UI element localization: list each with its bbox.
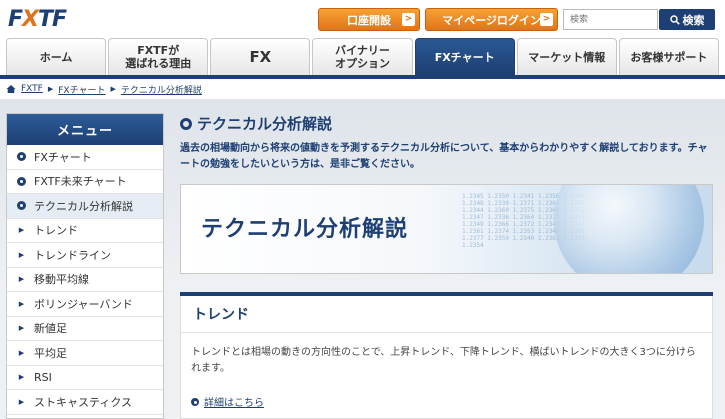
- circle-bullet-icon: [17, 201, 26, 211]
- nav-fx-chart[interactable]: FXチャート: [414, 38, 515, 75]
- section-title: トレンド: [180, 296, 713, 332]
- triangle-bullet-icon: ▶: [18, 226, 25, 235]
- triangle-bullet-icon: ▶: [18, 324, 25, 333]
- globe-graphic: [554, 185, 704, 273]
- fxtf-logo[interactable]: F X TF: [8, 6, 67, 32]
- sidebar-item-trendline[interactable]: ▶ トレンドライン: [7, 243, 163, 268]
- sidebar-title: メニュー: [7, 114, 163, 145]
- section-body: トレンドとは相場の動きの方向性のことで、上昇トレンド、下降トレンド、横ばいトレン…: [180, 332, 713, 419]
- breadcrumb-fxtf[interactable]: FXTF: [21, 84, 43, 94]
- circle-bullet-icon: [17, 152, 26, 162]
- page-intro: 過去の相場動向から将来の値動きを予測するテクニカル分析について、基本からわかりや…: [180, 143, 708, 170]
- triangle-bullet-icon: ▶: [18, 373, 25, 382]
- search-button[interactable]: 検索: [659, 9, 715, 30]
- triangle-bullet-icon: ▶: [18, 275, 25, 284]
- sidebar-item-technical-analysis[interactable]: テクニカル分析解説: [7, 194, 163, 219]
- nav-why-fxtf[interactable]: FXTFが 選ばれる理由: [108, 38, 209, 75]
- nav-binary-option[interactable]: バイナリー オプション: [312, 38, 413, 75]
- sidebar-item-future-chart[interactable]: FXTF未来チャート: [7, 170, 163, 194]
- ring-bullet-icon: [180, 117, 192, 130]
- sidebar-item-new-price[interactable]: ▶ 新値足: [7, 317, 163, 341]
- nav-home[interactable]: ホーム: [6, 38, 107, 75]
- arrow-right-icon: >: [402, 13, 415, 26]
- triangle-bullet-icon: ▶: [18, 348, 25, 357]
- breadcrumb-fx-chart[interactable]: FXチャート: [58, 83, 105, 96]
- more-link[interactable]: 詳細はこちら: [191, 394, 702, 409]
- sidebar-item-fx-chart[interactable]: FXチャート: [7, 145, 163, 170]
- sidebar-item-bollinger-band[interactable]: ▶ ボリンジャーバンド: [7, 292, 163, 317]
- sidebar-menu: メニュー FXチャート FXTF未来チャート テクニカル分析解説 ▶ トレンド ▶…: [6, 113, 164, 419]
- triangle-bullet-icon: ▶: [18, 397, 25, 406]
- triangle-bullet-icon: ▶: [18, 299, 25, 308]
- breadcrumb-technical-analysis[interactable]: テクニカル分析解説: [121, 83, 202, 96]
- sidebar-item-rsi[interactable]: ▶ RSI: [7, 366, 163, 390]
- breadcrumb: FXTF ▶ FXチャート ▶ テクニカル分析解説: [6, 82, 202, 96]
- home-icon[interactable]: [6, 84, 16, 94]
- search-input[interactable]: [563, 9, 658, 30]
- circle-bullet-icon: [17, 176, 26, 186]
- main-nav: ホーム FXTFが 選ばれる理由 FX バイナリー オプション FXチャート マ…: [6, 38, 719, 75]
- sidebar-item-heikin-ashi[interactable]: ▶ 平均足: [7, 341, 163, 366]
- hero-title: テクニカル分析解説: [201, 217, 409, 242]
- nav-fx[interactable]: FX: [210, 38, 311, 75]
- triangle-bullet-icon: ▶: [18, 250, 25, 259]
- search-icon: [669, 14, 680, 25]
- sidebar-item-trend[interactable]: ▶ トレンド: [7, 219, 163, 243]
- nav-underline: [0, 75, 725, 79]
- open-account-button[interactable]: 口座開設 >: [318, 8, 420, 31]
- mypage-login-button[interactable]: マイページログイン >: [425, 8, 558, 31]
- breadcrumb-separator-icon: ▶: [110, 85, 116, 93]
- nav-market-info[interactable]: マーケット情報: [516, 38, 617, 75]
- nav-customer-support[interactable]: お客様サポート: [618, 38, 719, 75]
- circle-bullet-icon: [191, 397, 199, 406]
- arrow-right-icon: >: [540, 13, 553, 26]
- section-text: トレンドとは相場の動きの方向性のことで、上昇トレンド、下降トレンド、横ばいトレン…: [191, 347, 696, 374]
- sidebar-item-moving-average[interactable]: ▶ 移動平均線: [7, 268, 163, 292]
- hero-banner: 1.2345 1.2350 1.2341 1.2356 1.2362 1.234…: [180, 184, 713, 274]
- sidebar-item-stochastics[interactable]: ▶ ストキャスティクス: [7, 390, 163, 415]
- main-content: テクニカル分析解説 過去の相場動向から将来の値動きを予測するテクニカル分析につい…: [180, 113, 715, 173]
- breadcrumb-separator-icon: ▶: [47, 85, 54, 93]
- page-title: テクニカル分析解説: [180, 113, 715, 134]
